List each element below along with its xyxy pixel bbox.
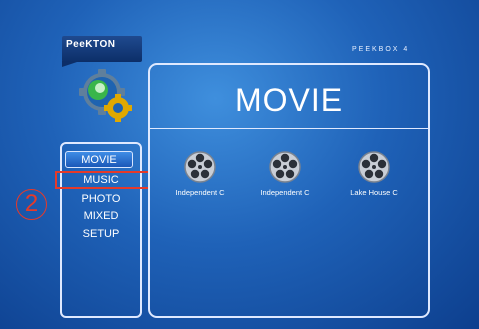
film-reel-icon (269, 151, 301, 183)
file-tile[interactable]: Independent C (170, 150, 230, 197)
highlight-box (55, 171, 150, 189)
file-label: Independent C (175, 188, 225, 197)
menu-item-photo[interactable]: PHOTO (60, 193, 142, 205)
title-divider (150, 128, 428, 129)
menu-item-movie[interactable]: MOVIE (65, 151, 133, 168)
file-tile[interactable]: Lake House C (344, 150, 404, 197)
brand-logo: PeeKTON (62, 36, 142, 67)
step-number-badge: 2 (16, 189, 47, 220)
menu-item-setup[interactable]: SETUP (60, 228, 142, 240)
model-name: PEEKBOX 4 (352, 46, 410, 53)
film-reel-icon (358, 151, 390, 183)
file-tile[interactable]: Independent C (255, 150, 315, 197)
page-title: MOVIE (234, 82, 344, 118)
file-label: Lake House C (350, 188, 398, 197)
gear-logo-icon (79, 69, 132, 122)
brand-logo-text: PeeKTON (66, 39, 116, 50)
film-reel-icon (184, 151, 216, 183)
menu-item-mixed[interactable]: MIXED (60, 210, 142, 222)
file-label: Independent C (260, 188, 310, 197)
